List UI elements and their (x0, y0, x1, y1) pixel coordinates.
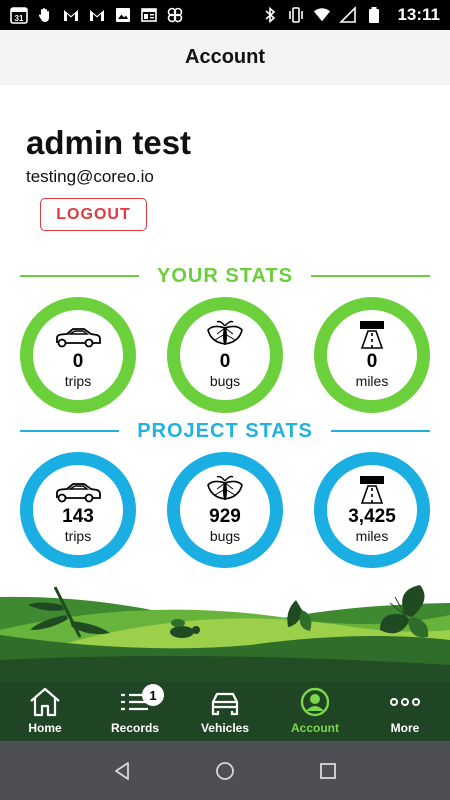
divider-line (310, 275, 430, 277)
project-stats-header: PROJECT STATS (20, 419, 431, 443)
tab-label: Home (28, 721, 62, 735)
project-stats-title: PROJECT STATS (137, 419, 313, 442)
system-icons: 13:11 (261, 5, 440, 25)
user-email: testing@coreo.io (26, 167, 154, 186)
stat-label: miles (355, 373, 389, 390)
your-stats-title: YOUR STATS (157, 264, 293, 287)
app-header: Account (0, 30, 450, 85)
vibrate-icon (287, 6, 305, 24)
calendar-icon: 31 (10, 6, 28, 24)
project-miles-stat: 3,425 miles (314, 452, 430, 568)
page-title: Account (185, 46, 265, 68)
stat-label: trips (64, 373, 92, 390)
status-bar: 31 13:11 (0, 0, 450, 30)
wifi-icon (313, 6, 331, 24)
bluetooth-icon (261, 6, 279, 24)
road-icon (357, 320, 387, 350)
stat-label: miles (355, 528, 389, 545)
back-icon[interactable] (111, 760, 133, 782)
tab-account[interactable]: Account (270, 682, 360, 741)
status-clock: 13:11 (397, 5, 440, 24)
tab-records[interactable]: 1 Records (90, 682, 180, 741)
calendar-day: 31 (15, 14, 24, 23)
project-bugs-stat: 929 bugs (167, 452, 283, 568)
tab-more[interactable]: More (360, 682, 450, 741)
more-dots-icon (390, 698, 420, 706)
your-stats-header: YOUR STATS (20, 264, 430, 288)
moth-icon (205, 475, 245, 505)
your-trips-stat: 0 trips (20, 297, 136, 413)
pinwheel-icon (166, 6, 184, 24)
stat-value: 3,425 (348, 506, 396, 528)
divider-line (330, 430, 431, 432)
stat-value: 143 (62, 506, 94, 528)
stat-label: bugs (209, 373, 241, 390)
tab-label: More (390, 721, 420, 735)
recents-icon[interactable] (317, 760, 339, 782)
road-icon (357, 475, 387, 505)
news-icon (140, 6, 158, 24)
user-name: admin test (26, 124, 192, 161)
system-nav-bar (0, 741, 450, 800)
gmail-icon (62, 6, 80, 24)
tab-home[interactable]: Home (0, 682, 90, 741)
divider-line (20, 430, 120, 432)
signal-icon (339, 6, 357, 24)
tab-label: Account (291, 721, 339, 735)
hand-icon (36, 6, 54, 24)
tab-label: Vehicles (200, 721, 250, 735)
stat-value: 929 (209, 506, 241, 528)
car-icon (54, 320, 102, 350)
image-icon (114, 6, 132, 24)
bottom-tab-bar: Home 1 Records Vehicles Account More (0, 682, 450, 741)
logout-button[interactable]: LOGOUT (40, 198, 147, 231)
home-icon (30, 687, 60, 717)
moth-icon (205, 320, 245, 350)
stat-value: 0 (219, 351, 231, 373)
project-trips-stat: 143 trips (20, 452, 136, 568)
stat-label: trips (64, 528, 92, 545)
user-circle-icon (300, 687, 330, 717)
divider-line (20, 275, 140, 277)
tab-vehicles[interactable]: Vehicles (180, 682, 270, 741)
car-icon (54, 475, 102, 505)
landscape-illustration (0, 585, 450, 685)
home-nav-icon[interactable] (214, 760, 236, 782)
battery-icon (365, 6, 383, 24)
records-badge: 1 (142, 684, 164, 706)
stat-value: 0 (72, 351, 84, 373)
gmail-icon (88, 6, 106, 24)
tab-label: Records (110, 721, 160, 735)
your-miles-stat: 0 miles (314, 297, 430, 413)
stat-value: 0 (366, 351, 378, 373)
notification-icons: 31 (10, 6, 184, 24)
car-icon (211, 692, 239, 716)
stat-label: bugs (209, 528, 241, 545)
your-bugs-stat: 0 bugs (167, 297, 283, 413)
